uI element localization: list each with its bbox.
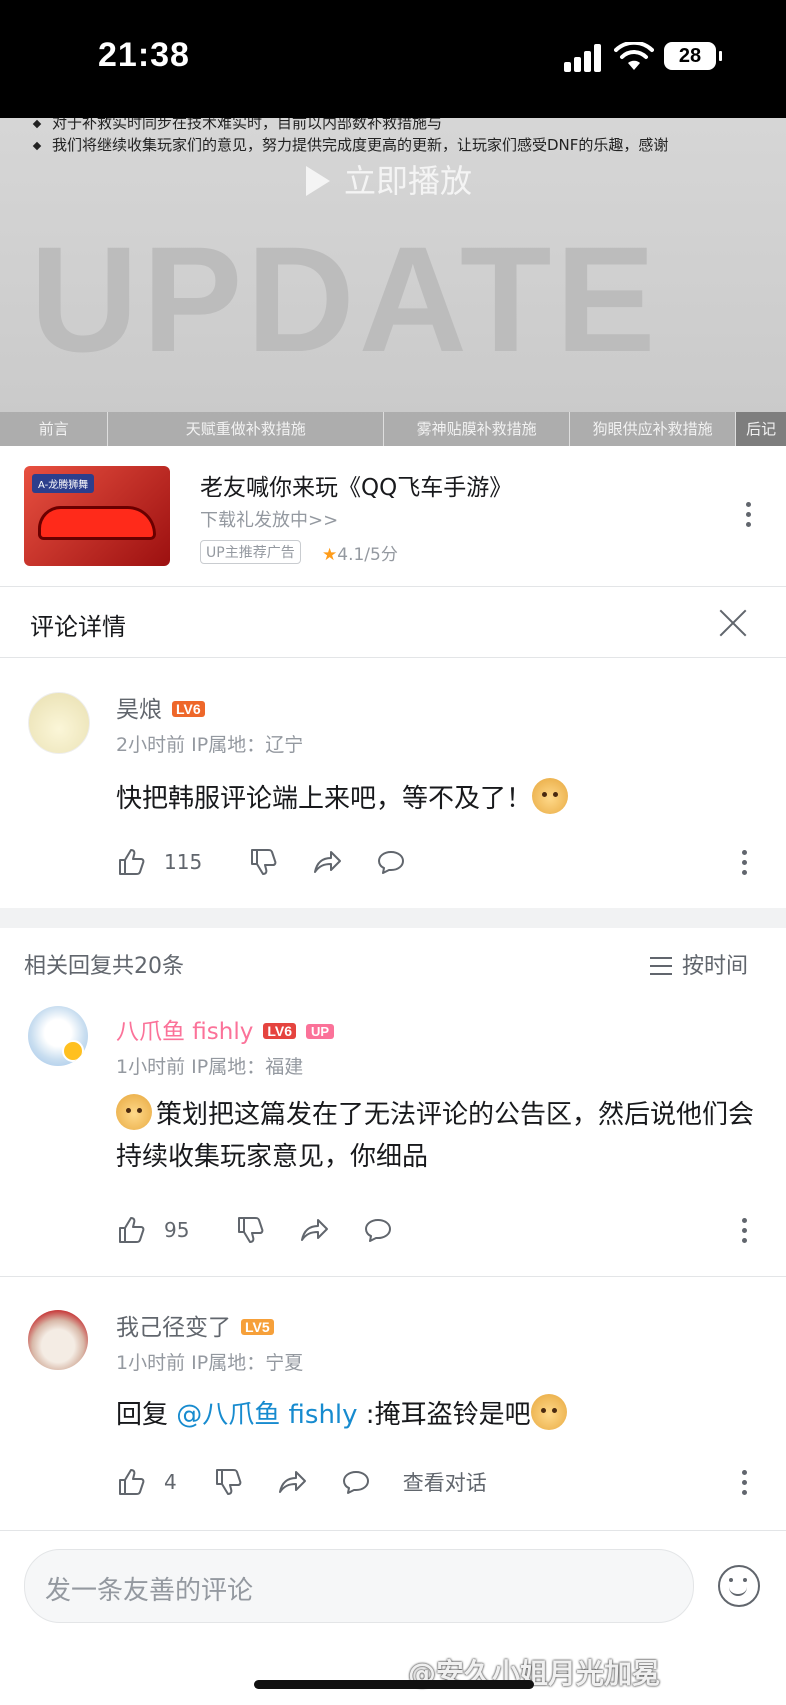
up-badge: UP <box>306 1024 335 1039</box>
reply-actions: 95 <box>116 1212 407 1248</box>
comment-text: 快把韩服评论端上来吧，等不及了！ <box>116 778 756 820</box>
comment-meta: 2小时前 IP属地：辽宁 <box>116 734 304 756</box>
divider <box>0 1276 786 1277</box>
ad-subtitle[interactable]: 下载礼发放中>> <box>200 506 338 532</box>
comment-input-bar: 发一条友善的评论 <box>0 1530 786 1705</box>
view-conversation-link[interactable]: 查看对话 <box>403 1467 487 1497</box>
reply-icon[interactable] <box>376 847 406 877</box>
avatar[interactable] <box>28 1006 88 1066</box>
level-badge: LV6 <box>172 701 205 717</box>
ad-badge: UP主推荐广告 <box>200 540 301 564</box>
more-options-icon[interactable] <box>742 1470 748 1500</box>
ad-thumbnail-tag: A-龙腾狮舞 <box>32 474 95 493</box>
reply-count-label: 相关回复共20条 <box>24 954 184 979</box>
reply-username[interactable]: 我己径变了 LV5 <box>116 1308 274 1342</box>
video-background-text: UPDATE <box>30 215 660 383</box>
chapter-item[interactable]: 天赋重做补救措施 <box>108 412 385 446</box>
ad-thumbnail[interactable]: A-龙腾狮舞 <box>24 466 170 566</box>
status-time: 21:38 <box>98 36 190 74</box>
ad-rating: ★4.1/5分 <box>322 545 398 565</box>
like-count: 4 <box>164 1470 177 1494</box>
comment-actions: 115 <box>116 844 420 880</box>
dislike-icon[interactable] <box>213 1467 243 1497</box>
ad-card[interactable]: A-龙腾狮舞 老友喊你来玩《QQ飞车手游》 下载礼发放中>> UP主推荐广告 ★… <box>0 446 786 586</box>
share-icon[interactable] <box>312 847 342 877</box>
reply-icon[interactable] <box>341 1467 371 1497</box>
like-icon[interactable] <box>116 1467 146 1497</box>
video-text-line-2: 我们将继续收集玩家们的意见，努力提供完成度更高的更新，让玩家们感受DNF的乐趣，… <box>32 134 668 155</box>
dislike-icon[interactable] <box>248 847 278 877</box>
chapter-item[interactable]: 后记 <box>736 412 786 446</box>
section-divider <box>0 908 786 928</box>
comment-username[interactable]: 昊烺 LV6 <box>116 690 205 724</box>
more-options-icon[interactable] <box>742 1218 748 1248</box>
emoji-picker-icon[interactable] <box>718 1565 760 1607</box>
video-player[interactable]: UPDATE 对于补救实时同步在技术难实时，目前以内部数补救措施与 我们将继续收… <box>0 118 786 446</box>
video-text-line-1: 对于补救实时同步在技术难实时，目前以内部数补救措施与 <box>32 118 442 133</box>
comment-detail-header: 评论详情 <box>0 586 786 658</box>
reply-meta: 1小时前 IP属地：宁夏 <box>116 1352 304 1374</box>
reply-icon[interactable] <box>363 1215 393 1245</box>
reply-text: 策划把这篇发在了无法评论的公告区，然后说他们会持续收集玩家意见，你细品 <box>116 1094 756 1178</box>
like-count: 115 <box>164 850 203 874</box>
reply-item: 八爪鱼 fishly LV6 UP 1小时前 IP属地：福建 策划把这篇发在了无法评… <box>0 996 786 1270</box>
cellular-signal-icon <box>564 44 604 72</box>
more-options-icon[interactable] <box>746 502 752 532</box>
avatar[interactable] <box>28 692 90 754</box>
reply-username[interactable]: 八爪鱼 fishly LV6 UP <box>116 1012 335 1046</box>
status-bar: 21:38 28 <box>0 0 786 118</box>
close-icon[interactable] <box>718 607 748 637</box>
like-count: 95 <box>164 1218 190 1242</box>
doge-emoji-icon <box>532 778 569 814</box>
like-icon[interactable] <box>116 1215 146 1245</box>
doge-emoji-icon <box>116 1094 152 1130</box>
play-icon <box>306 166 330 196</box>
dislike-icon[interactable] <box>235 1215 265 1245</box>
like-icon[interactable] <box>116 847 146 877</box>
sort-by-time-button[interactable]: 按时间 <box>650 948 748 980</box>
sort-icon <box>650 957 672 975</box>
race-car-image <box>38 506 156 540</box>
play-button[interactable]: 立即播放 <box>306 156 472 202</box>
more-options-icon[interactable] <box>742 850 748 880</box>
comment-detail-title: 评论详情 <box>30 613 126 641</box>
home-indicator[interactable] <box>254 1680 534 1689</box>
chapter-item[interactable]: 狗眼供应补救措施 <box>570 412 737 446</box>
share-icon[interactable] <box>299 1215 329 1245</box>
battery-icon: 28 <box>664 42 722 70</box>
ad-title[interactable]: 老友喊你来玩《QQ飞车手游》 <box>200 468 512 502</box>
reply-item: 我己径变了 LV5 1小时前 IP属地：宁夏 回复 @八爪鱼 fishly :掩耳… <box>0 1290 786 1520</box>
chapter-item[interactable]: 前言 <box>0 412 109 446</box>
doge-emoji-icon <box>530 1394 567 1430</box>
comment-input-placeholder: 发一条友善的评论 <box>45 1576 254 1606</box>
reply-text: 回复 @八爪鱼 fishly :掩耳盗铃是吧 <box>116 1394 756 1436</box>
star-icon: ★ <box>322 545 338 565</box>
level-badge: LV5 <box>241 1319 274 1335</box>
reply-actions: 4 查看对话 <box>116 1464 487 1500</box>
comment-input[interactable]: 发一条友善的评论 <box>24 1549 694 1623</box>
wifi-icon <box>614 42 654 70</box>
level-badge: LV6 <box>263 1023 297 1039</box>
avatar[interactable] <box>28 1310 88 1370</box>
main-comment: 昊烺 LV6 2小时前 IP属地：辽宁 快把韩服评论端上来吧，等不及了！ 115 <box>0 656 786 886</box>
share-icon[interactable] <box>277 1467 307 1497</box>
verified-badge-icon <box>62 1040 84 1062</box>
mention-link[interactable]: @八爪鱼 fishly <box>176 1400 357 1430</box>
chapter-item[interactable]: 雾神贴膜补救措施 <box>384 412 571 446</box>
chapter-bar: 前言 天赋重做补救措施 雾神贴膜补救措施 狗眼供应补救措施 后记 <box>0 412 786 446</box>
reply-meta: 1小时前 IP属地：福建 <box>116 1056 304 1078</box>
